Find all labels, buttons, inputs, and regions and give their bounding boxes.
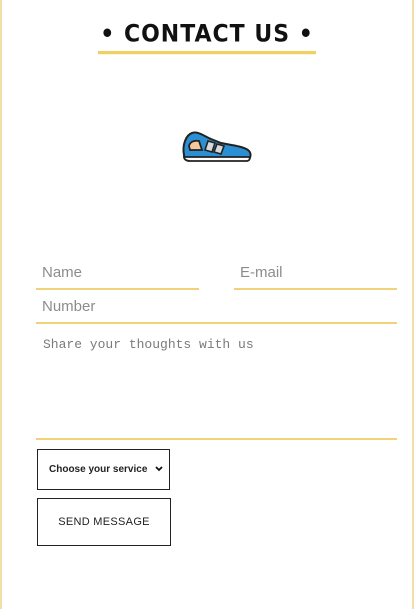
email-field[interactable]: [234, 262, 397, 290]
title-wrap: • CONTACT US •: [2, 21, 412, 55]
chevron-down-icon: [155, 466, 163, 472]
sneaker-icon: [182, 131, 252, 162]
send-message-button[interactable]: SEND MESSAGE: [37, 498, 171, 546]
contact-panel: • CONTACT US • Choose your service SEND …: [0, 0, 414, 609]
service-select[interactable]: Choose your service: [37, 449, 170, 490]
message-field[interactable]: [36, 335, 397, 440]
page-title: • CONTACT US •: [98, 21, 316, 55]
number-field[interactable]: [36, 296, 397, 324]
service-select-label: Choose your service: [49, 464, 148, 475]
name-field[interactable]: [36, 262, 199, 290]
